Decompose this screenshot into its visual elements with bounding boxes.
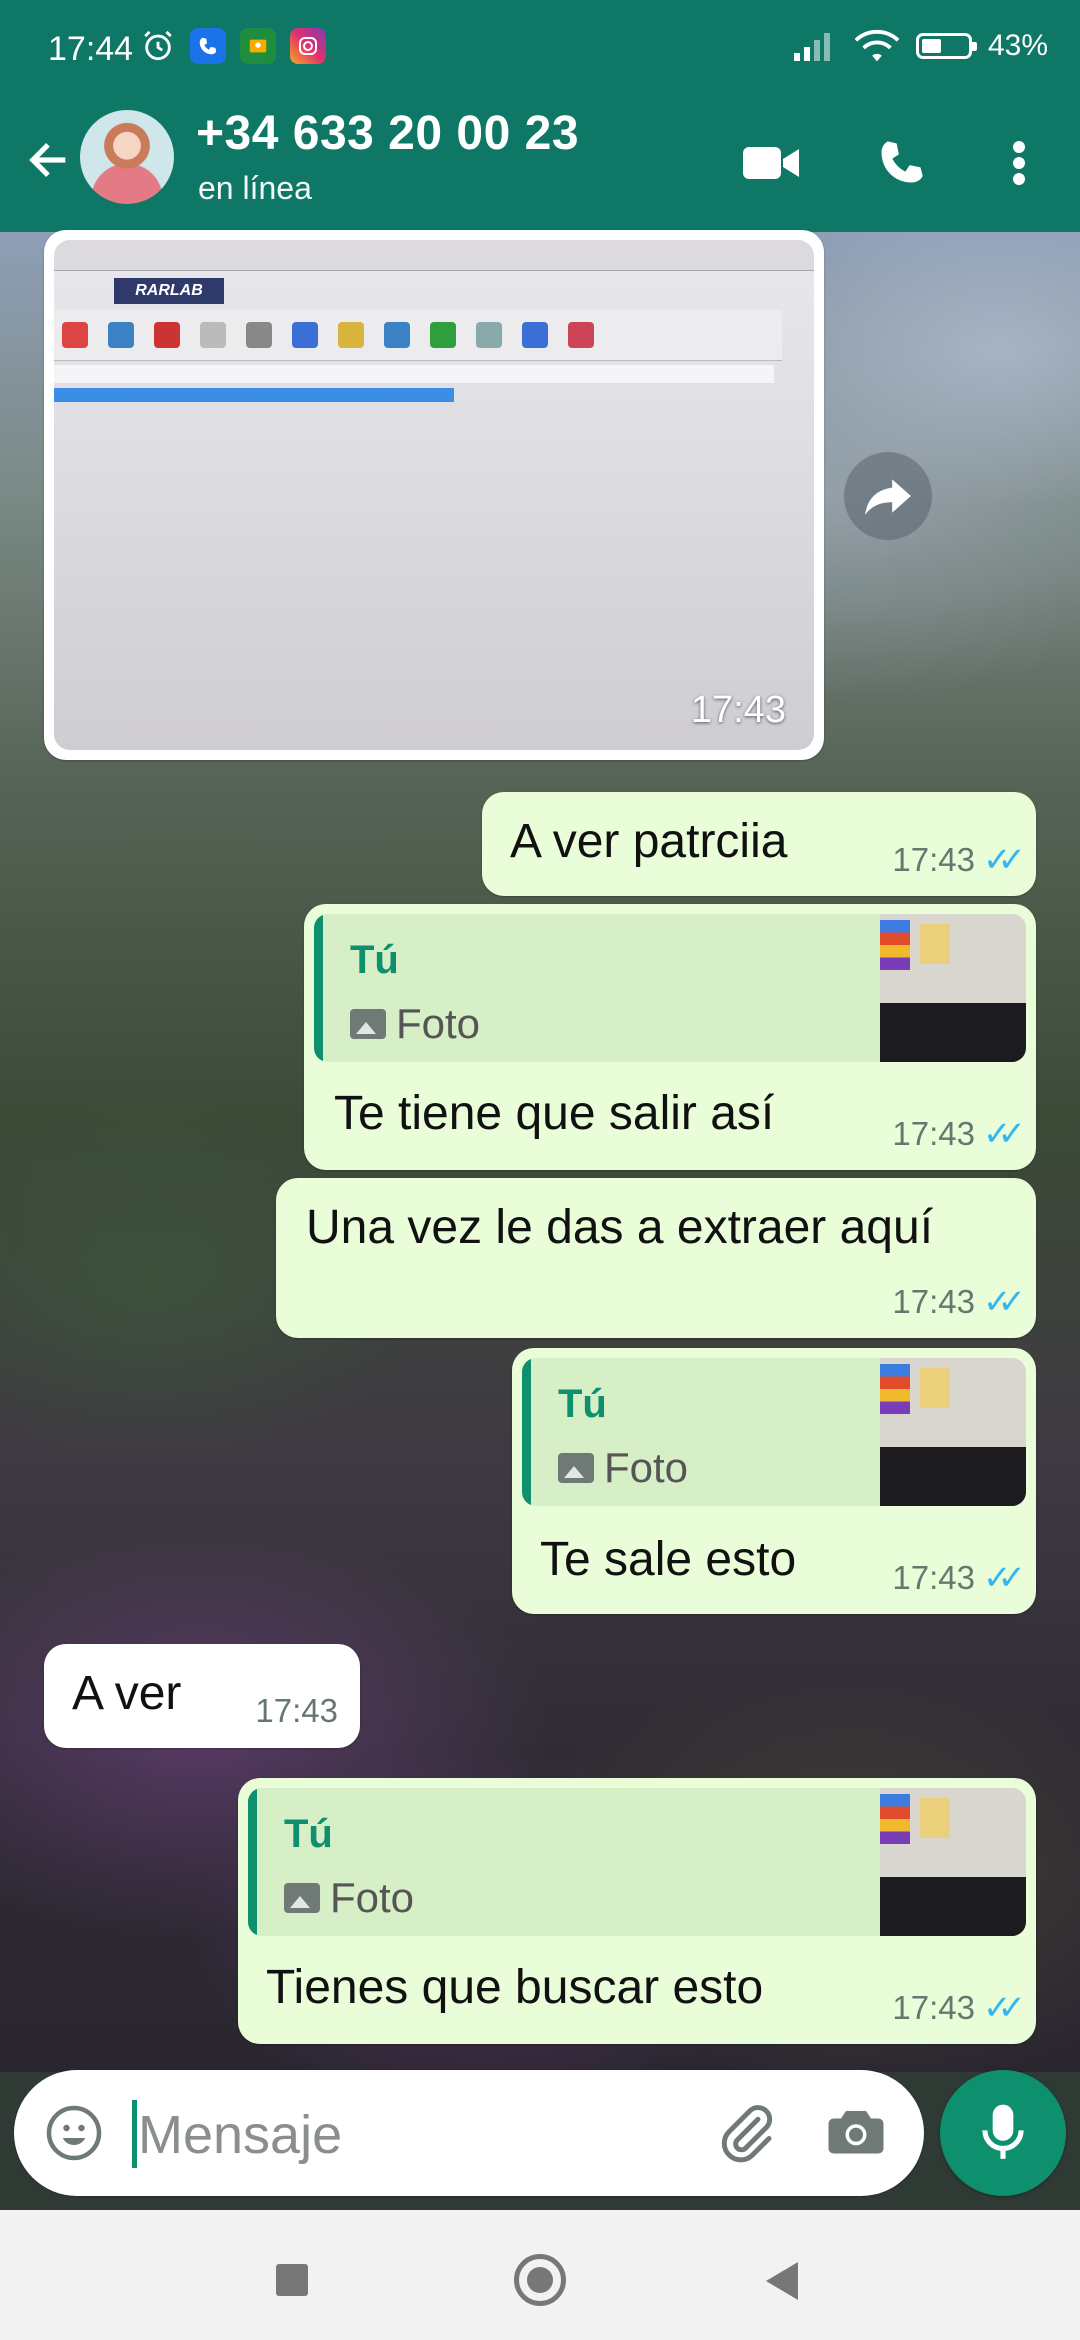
quote-author: Tú — [350, 938, 399, 982]
phone-app-icon — [190, 28, 226, 64]
contact-name[interactable]: +34 633 20 00 23 — [196, 106, 579, 161]
video-call-icon[interactable] — [736, 128, 806, 198]
message-time: 17:43 — [892, 1559, 976, 1596]
message-bubble-reply[interactable]: Tú Foto Te sale esto 17:43 ✓✓ — [512, 1348, 1036, 1614]
contact-avatar[interactable] — [80, 110, 174, 204]
read-ticks-icon: ✓✓ — [983, 1115, 1026, 1153]
message-bubble[interactable]: A ver patrciia 17:43 ✓✓ — [482, 792, 1036, 896]
message-meta: 17:43 ✓✓ — [892, 1282, 1026, 1322]
message-meta: 17:43 ✓✓ — [892, 1988, 1026, 2028]
mic-icon[interactable] — [940, 2070, 1066, 2196]
more-vert-icon[interactable] — [984, 128, 1054, 198]
message-time: 17:43 — [255, 1692, 338, 1729]
photo-toolbar — [54, 310, 782, 361]
message-text: A ver patrciia — [510, 815, 788, 868]
wifi-icon — [854, 30, 900, 62]
rarlab-logo: RARLAB — [114, 278, 224, 304]
message-meta: 17:43 ✓✓ — [892, 1558, 1026, 1598]
message-meta: 17:43 — [255, 1692, 338, 1730]
phone-icon[interactable] — [866, 128, 936, 198]
status-time: 17:44 — [48, 30, 134, 68]
quote-thumbnail — [880, 914, 1026, 1062]
system-indicators: 43% — [792, 28, 1048, 64]
photo-window-bar — [54, 240, 814, 271]
battery-percent: 43% — [987, 29, 1048, 62]
message-bubble-reply[interactable]: Tú Foto Te tiene que salir así 17:43 ✓✓ — [304, 904, 1036, 1170]
chat-header: +34 633 20 00 23 en línea — [0, 98, 1080, 232]
emoji-icon[interactable] — [44, 2103, 104, 2163]
home-button[interactable] — [514, 2254, 566, 2306]
signal-icon — [793, 33, 830, 61]
nav-back-button[interactable] — [766, 2262, 798, 2300]
quoted-message[interactable]: Tú Foto — [314, 914, 1026, 1062]
back-arrow-icon[interactable] — [22, 134, 78, 194]
quote-thumbnail — [880, 1358, 1026, 1506]
message-time: 17:43 — [892, 1989, 976, 2026]
message-text: Una vez le das a extraer aquí — [306, 1201, 934, 1254]
photo-message[interactable]: RARLAB 17:43 — [44, 230, 824, 760]
contact-status: en línea — [198, 170, 312, 206]
quote-type: Foto — [284, 1874, 414, 1922]
message-bubble-incoming[interactable]: A ver 17:43 — [44, 1644, 360, 1748]
recents-button[interactable] — [276, 2264, 308, 2296]
message-time: 17:43 — [892, 1283, 976, 1320]
attach-icon[interactable] — [714, 2100, 780, 2166]
share-icon[interactable] — [844, 452, 932, 540]
message-input-bar[interactable]: Mensaje — [14, 2070, 924, 2196]
quoted-message[interactable]: Tú Foto — [248, 1788, 1026, 1936]
message-meta: 17:43 ✓✓ — [892, 840, 1026, 880]
classroom-icon — [240, 28, 276, 64]
system-nav-bar — [0, 2210, 1080, 2340]
photo-selected-row — [54, 388, 454, 402]
read-ticks-icon: ✓✓ — [983, 1283, 1026, 1321]
image-icon — [350, 1009, 386, 1039]
status-bar: 17:44 43% — [0, 0, 1080, 98]
photo-list-header — [54, 365, 774, 383]
read-ticks-icon: ✓✓ — [983, 1559, 1026, 1597]
message-meta: 17:43 ✓✓ — [892, 1114, 1026, 1154]
photo-attachment[interactable]: RARLAB 17:43 — [54, 240, 814, 750]
message-text: Te sale esto — [540, 1533, 797, 1586]
alarm-icon — [140, 28, 176, 64]
instagram-icon — [290, 28, 326, 64]
camera-icon[interactable] — [826, 2104, 890, 2164]
quoted-message[interactable]: Tú Foto — [522, 1358, 1026, 1506]
message-input[interactable]: Mensaje — [138, 2104, 342, 2166]
read-ticks-icon: ✓✓ — [983, 1989, 1026, 2027]
image-icon — [558, 1453, 594, 1483]
battery-icon — [915, 33, 977, 59]
quote-thumbnail — [880, 1788, 1026, 1936]
message-time: 17:43 — [892, 841, 976, 878]
message-text: A ver — [72, 1667, 182, 1720]
message-time: 17:43 — [892, 1115, 976, 1152]
quote-author: Tú — [558, 1382, 607, 1426]
read-ticks-icon: ✓✓ — [983, 841, 1026, 879]
notification-icons — [140, 28, 326, 64]
message-text: Te tiene que salir así — [334, 1087, 775, 1140]
quote-type: Foto — [350, 1000, 480, 1048]
quote-author: Tú — [284, 1812, 333, 1856]
message-bubble-reply[interactable]: Tú Foto Tienes que buscar esto 17:43 ✓✓ — [238, 1778, 1036, 2044]
message-bubble[interactable]: Una vez le das a extraer aquí 17:43 ✓✓ — [276, 1178, 1036, 1338]
photo-time: 17:43 — [690, 689, 786, 731]
message-text: Tienes que buscar esto — [266, 1961, 764, 2014]
text-cursor — [132, 2100, 137, 2168]
image-icon — [284, 1883, 320, 1913]
quote-type: Foto — [558, 1444, 688, 1492]
